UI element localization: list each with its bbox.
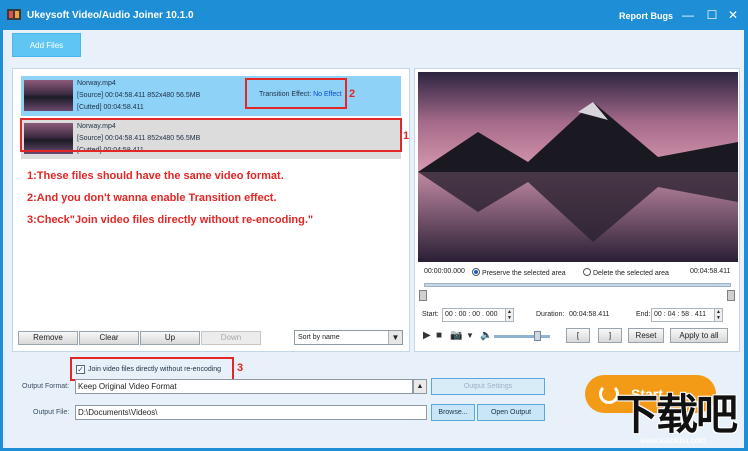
open-output-button[interactable]: Open Output [477, 404, 545, 421]
end-time-value: 00 : 04 : 58 . 411 [654, 311, 707, 318]
chevron-down-icon[interactable]: ▼ [466, 329, 474, 343]
apply-to-all-button[interactable]: Apply to all [670, 328, 728, 343]
set-end-button[interactable]: ] [598, 328, 622, 343]
output-file-label: Output File: [33, 409, 70, 416]
annotation-box-2 [245, 78, 347, 109]
trim-start-handle[interactable] [419, 290, 427, 301]
volume-slider[interactable] [494, 335, 550, 338]
clear-button[interactable]: Clear [79, 331, 139, 345]
minimize-button[interactable]: — [681, 8, 695, 22]
chevron-up-icon[interactable]: ▲ [413, 379, 427, 394]
down-button[interactable]: Down [201, 331, 261, 345]
annotation-number-3: 3 [237, 362, 244, 374]
app-icon [7, 9, 21, 20]
file-name: Norway.mp4 [77, 80, 116, 87]
instruction-note-3: 3:Check"Join video files directly withou… [27, 214, 314, 226]
instruction-note-1: 1:These files should have the same video… [27, 170, 284, 182]
add-files-button[interactable]: Add Files [12, 33, 81, 57]
stop-icon[interactable]: ■ [436, 329, 442, 343]
file-cut-info: [Cutted] 00:04:58.411 [77, 104, 144, 111]
instruction-note-2: 2:And you don't wanna enable Transition … [27, 192, 277, 204]
preserve-option[interactable]: Preserve the selected area [472, 268, 566, 277]
maximize-button[interactable]: ☐ [705, 8, 719, 22]
video-preview[interactable] [418, 72, 738, 262]
annotation-number-2: 2 [349, 88, 356, 100]
start-time-input[interactable]: 00 : 00 : 00 . 000 ▲ ▼ [442, 308, 514, 322]
title-bar: Ukeysoft Video/Audio Joiner 10.1.0 Repor… [0, 0, 748, 30]
join-directly-label: Join video files directly without re-enc… [88, 366, 222, 373]
start-label: Start: [422, 311, 439, 318]
duration-label: Duration: [536, 311, 565, 318]
volume-icon[interactable]: 🔈 [480, 329, 492, 343]
current-time: 00:00:00.000 [424, 268, 465, 275]
sort-value: Sort by name [298, 334, 340, 341]
trim-end-handle[interactable] [727, 290, 735, 301]
close-button[interactable]: ✕ [726, 8, 740, 22]
end-time-input[interactable]: 00 : 04 : 58 . 411 ▲ ▼ [651, 308, 723, 322]
radio-preserve[interactable] [472, 268, 480, 276]
annotation-number-1: 1 [403, 130, 410, 142]
end-label: End: [636, 311, 651, 318]
join-directly-checkbox[interactable]: ✓ [76, 365, 85, 374]
preserve-label: Preserve the selected area [482, 270, 566, 277]
volume-knob[interactable] [534, 331, 541, 341]
delete-label: Delete the selected area [593, 270, 669, 277]
chevron-down-icon[interactable]: ▼ [388, 331, 402, 344]
annotation-box-1 [20, 118, 402, 152]
spinner-arrows-icon[interactable]: ▲ ▼ [714, 309, 722, 321]
radio-delete[interactable] [583, 268, 591, 276]
remove-button[interactable]: Remove [18, 331, 78, 345]
file-source-info: [Source] 00:04:58.411 852x480 56.5MB [77, 92, 201, 99]
total-time: 00:04:58.411 [690, 268, 731, 275]
delete-option[interactable]: Delete the selected area [583, 268, 669, 277]
spinner-arrows-icon[interactable]: ▲ ▼ [505, 309, 513, 321]
report-bugs-link[interactable]: Report Bugs [619, 11, 673, 21]
browse-button[interactable]: Browse... [431, 404, 475, 421]
output-settings-button[interactable]: Output Settings [431, 378, 545, 395]
start-time-value: 00 : 00 : 00 . 000 [445, 311, 498, 318]
up-button[interactable]: Up [140, 331, 200, 345]
window-title: Ukeysoft Video/Audio Joiner 10.1.0 [27, 10, 194, 21]
output-format-select[interactable]: Keep Original Video Format [75, 379, 413, 394]
duration-value: 00:04:58.411 [569, 311, 610, 318]
trim-slider[interactable] [424, 283, 731, 287]
watermark: 下载吧 www.xiazaiba.com [608, 393, 746, 449]
reset-button[interactable]: Reset [628, 328, 664, 343]
watermark-url: www.xiazaiba.com [640, 436, 706, 445]
output-format-label: Output Format: [22, 383, 70, 390]
watermark-logo: 下载吧 [616, 391, 738, 438]
set-start-button[interactable]: [ [566, 328, 590, 343]
video-thumbnail [24, 80, 73, 111]
sort-dropdown[interactable]: Sort by name ▼ [294, 330, 403, 345]
file-list-panel: Norway.mp4 [Source] 00:04:58.411 852x480… [12, 68, 410, 352]
play-icon[interactable]: ▶ [423, 329, 431, 343]
camera-icon[interactable]: 📷 [450, 329, 462, 343]
output-file-input[interactable]: D:\Documents\Videos\ [75, 405, 427, 420]
